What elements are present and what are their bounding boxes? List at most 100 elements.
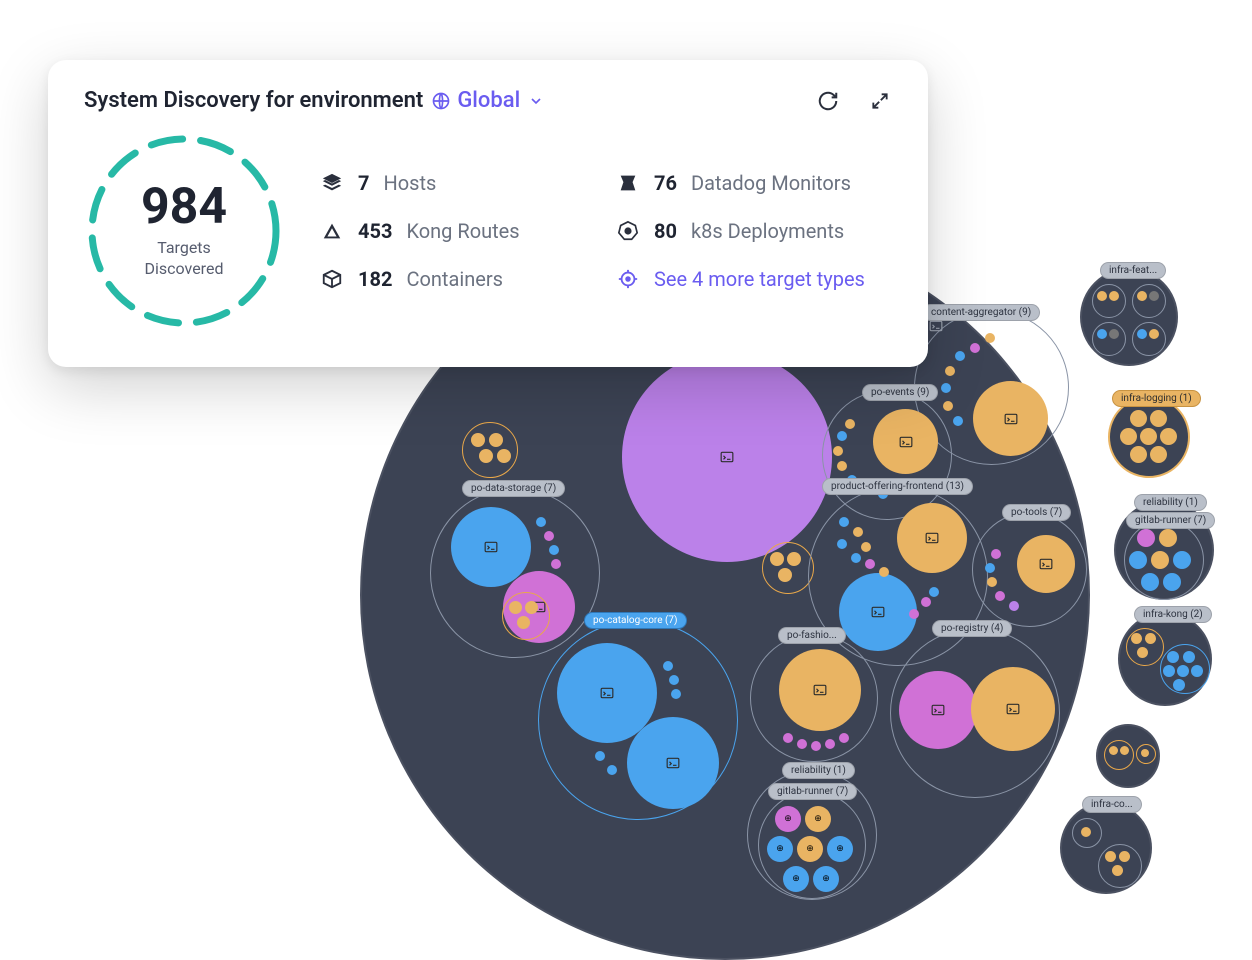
stat-containers: 182 Containers [320,267,580,291]
stat-label: Containers [406,267,503,291]
stat-hosts: 7 Hosts [320,171,580,195]
mini-group [1072,818,1102,848]
dot [1173,679,1185,691]
mini-group [1132,284,1166,318]
group-tag-po-registry[interactable]: po-registry (4) [932,620,1012,637]
group-po-fashion[interactable] [750,634,878,762]
bubble[interactable] [899,671,977,749]
dot [509,601,522,614]
dot [1141,573,1159,591]
dot [1109,746,1118,755]
group-po-registry[interactable] [890,628,1060,798]
dot [833,446,843,456]
card-title: System Discovery for environment [84,88,423,113]
dot [525,601,538,614]
side-cluster-small-1[interactable] [1096,724,1160,788]
terminal-icon [598,686,616,700]
dot [845,419,855,429]
side-tag-gitlab-runner[interactable]: gitlab-runner (7) [1126,512,1215,529]
bubble[interactable] [627,717,719,809]
group-tag-po-events[interactable]: po-events (9) [862,384,938,401]
bubble[interactable] [971,667,1055,751]
bubble-large-purple[interactable] [622,352,832,562]
group-tag-po-data-storage[interactable]: po-data-storage (7) [462,480,565,497]
group-small-orange[interactable] [462,422,518,478]
dot [921,597,931,607]
dot [1097,291,1107,301]
bubble[interactable] [973,381,1048,456]
dot [1109,291,1119,301]
dot [797,739,807,749]
layers-icon [320,171,344,195]
dot: ⊕ [767,836,793,862]
dot [1119,851,1130,862]
expand-button[interactable] [868,89,892,113]
mini-group [1092,284,1126,318]
refresh-button[interactable] [816,89,840,113]
stat-count: 80 [654,219,677,243]
bubble[interactable] [897,503,967,573]
group-tag-po-fashion[interactable]: po-fashio... [778,627,846,644]
group-gitlab-runner[interactable]: ⊕ ⊕ ⊕ ⊕ ⊕ ⊕ ⊕ [758,791,866,899]
group-tag-po-catalog-core[interactable]: po-catalog-core (7) [584,612,687,629]
environment-selector[interactable]: Global [431,88,546,113]
group-po-catalog-core[interactable] [538,620,738,820]
side-cluster-reliability[interactable]: reliability (1) gitlab-runner (7) [1114,500,1214,600]
dot [1120,746,1129,755]
side-tag-infra-kong[interactable]: infra-kong (2) [1134,606,1212,623]
group-po-tools[interactable] [972,512,1087,627]
stat-label: Datadog Monitors [691,171,851,195]
chevron-down-icon [526,91,546,111]
bubble[interactable] [1017,535,1075,593]
side-tag-reliability[interactable]: reliability (1) [1134,494,1207,511]
globe-icon [431,91,451,111]
bubble[interactable] [839,573,917,651]
bubble[interactable] [779,649,861,731]
side-tag-infra-co[interactable]: infra-co... [1082,796,1142,813]
bubble[interactable] [873,409,938,474]
side-cluster-infra-kong[interactable]: infra-kong (2) [1118,612,1212,706]
terminal-icon [1004,702,1022,716]
dot [1160,428,1177,445]
dot [1137,529,1155,547]
group-small-orange-2[interactable] [762,542,814,594]
group-reliability[interactable]: gitlab-runner (7) ⊕ ⊕ ⊕ ⊕ ⊕ ⊕ ⊕ [747,770,877,900]
side-tag-infra-logging[interactable]: infra-logging (1) [1112,390,1201,407]
side-cluster-infra-logging[interactable]: infra-logging (1) [1108,396,1190,478]
group-tag-reliability[interactable]: reliability (1) [782,762,855,779]
group-tag-gitlab-runner[interactable]: gitlab-runner (7) [768,783,857,800]
bubble[interactable] [451,507,531,587]
group-tag-product-offering-frontend[interactable]: product-offering-frontend (13) [822,478,973,495]
dot [497,449,511,463]
group-small-orange-3[interactable] [502,592,550,640]
dot [1163,573,1181,591]
group-tag-content-aggregator[interactable]: content-aggregator (9) [922,304,1040,321]
container-icon [320,267,344,291]
dot [1130,446,1147,463]
stat-count: 76 [654,171,677,195]
side-cluster-infra-feat[interactable]: infra-feat... [1080,268,1178,366]
dot [1145,633,1156,644]
dot [1150,410,1167,427]
mini-group [1126,628,1164,666]
target-icon [616,267,640,291]
side-tag-infra-feat[interactable]: infra-feat... [1100,262,1166,279]
dot [1141,749,1149,757]
stat-datadog: 76 Datadog Monitors [616,171,865,195]
dot [955,351,965,361]
stats-grid: 7 Hosts 76 Datadog Monitors 453 Kong Rou… [320,171,865,291]
dot [663,661,673,671]
stat-label: Kong Routes [406,219,519,243]
mini-group [1160,644,1210,694]
side-cluster-infra-co[interactable]: infra-co... [1060,802,1152,894]
dot [1137,329,1147,339]
mini-group [1104,740,1134,770]
group-tag-po-tools[interactable]: po-tools (7) [1002,504,1071,521]
dot [839,517,849,527]
see-more-targets-link[interactable]: See 4 more target types [616,267,865,291]
datadog-icon [616,171,640,195]
dot [985,333,995,343]
dot [671,689,681,699]
terminal-icon [811,683,829,697]
dot [945,366,955,376]
